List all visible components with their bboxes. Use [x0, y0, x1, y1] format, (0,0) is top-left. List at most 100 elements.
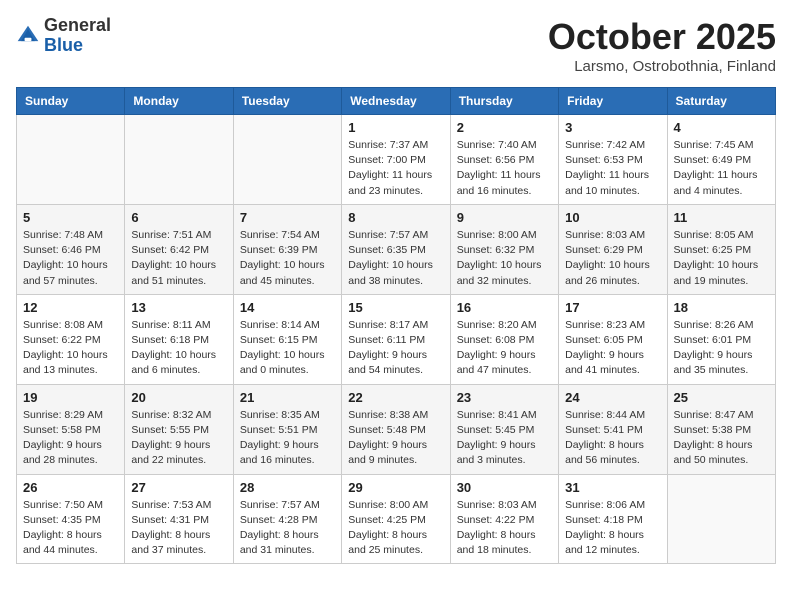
- calendar-cell: 8 Sunrise: 7:57 AMSunset: 6:35 PMDaylight…: [342, 204, 450, 294]
- day-number: 30: [457, 480, 552, 495]
- calendar-cell: 24Sunrise: 8:44 AMSunset: 5:41 PMDayligh…: [559, 384, 667, 474]
- calendar-cell: [233, 115, 341, 205]
- calendar-cell: 27 Sunrise: 7:53 AMSunset: 4:31 PMDayligh…: [125, 474, 233, 564]
- calendar-cell: 21 Sunrise: 8:35 AMSunset: 5:51 PMDayligh…: [233, 384, 341, 474]
- calendar-cell: 28 Sunrise: 7:57 AMSunset: 4:28 PMDayligh…: [233, 474, 341, 564]
- day-info: Sunrise: 8:26 AMSunset: 6:01 PMDaylight:…: [674, 318, 769, 379]
- day-info: Sunrise: 8:47 AMSunset: 5:38 PMDaylight:…: [674, 408, 769, 469]
- calendar-cell: 7Sunrise: 7:54 AMSunset: 6:39 PMDaylight…: [233, 204, 341, 294]
- weekday-header-tuesday: Tuesday: [233, 88, 341, 115]
- calendar-week-4: 19 Sunrise: 8:29 AMSunset: 5:58 PMDayligh…: [17, 384, 776, 474]
- logo-general: General: [44, 16, 111, 36]
- day-info: Sunrise: 7:42 AMSunset: 6:53 PMDaylight:…: [565, 138, 660, 199]
- day-number: 29: [348, 480, 443, 495]
- title-block: October 2025 Larsmo, Ostrobothnia, Finla…: [548, 16, 776, 75]
- calendar-cell: 2 Sunrise: 7:40 AMSunset: 6:56 PMDaylight…: [450, 115, 558, 205]
- day-number: 23: [457, 390, 552, 405]
- calendar-week-5: 26Sunrise: 7:50 AMSunset: 4:35 PMDayligh…: [17, 474, 776, 564]
- day-info: Sunrise: 8:00 AMSunset: 4:25 PMDaylight:…: [348, 498, 443, 559]
- day-number: 14: [240, 300, 335, 315]
- calendar-cell: 16 Sunrise: 8:20 AMSunset: 6:08 PMDayligh…: [450, 294, 558, 384]
- weekday-header-sunday: Sunday: [17, 88, 125, 115]
- calendar-week-2: 5 Sunrise: 7:48 AMSunset: 6:46 PMDaylight…: [17, 204, 776, 294]
- calendar-cell: [667, 474, 775, 564]
- calendar-cell: 30 Sunrise: 8:03 AMSunset: 4:22 PMDayligh…: [450, 474, 558, 564]
- day-info: Sunrise: 8:35 AMSunset: 5:51 PMDaylight:…: [240, 408, 335, 469]
- calendar-body: 1Sunrise: 7:37 AMSunset: 7:00 PMDaylight…: [17, 115, 776, 564]
- day-number: 5: [23, 210, 118, 225]
- day-number: 24: [565, 390, 660, 405]
- calendar-cell: 11 Sunrise: 8:05 AMSunset: 6:25 PMDayligh…: [667, 204, 775, 294]
- calendar-cell: 14Sunrise: 8:14 AMSunset: 6:15 PMDayligh…: [233, 294, 341, 384]
- calendar-cell: 6 Sunrise: 7:51 AMSunset: 6:42 PMDaylight…: [125, 204, 233, 294]
- calendar-cell: 15 Sunrise: 8:17 AMSunset: 6:11 PMDayligh…: [342, 294, 450, 384]
- calendar-cell: 17Sunrise: 8:23 AMSunset: 6:05 PMDayligh…: [559, 294, 667, 384]
- calendar-header: SundayMondayTuesdayWednesdayThursdayFrid…: [17, 88, 776, 115]
- day-info: Sunrise: 7:57 AMSunset: 6:35 PMDaylight:…: [348, 228, 443, 289]
- day-number: 3: [565, 120, 660, 135]
- day-info: Sunrise: 7:57 AMSunset: 4:28 PMDaylight:…: [240, 498, 335, 559]
- logo-text: General Blue: [44, 16, 111, 56]
- weekday-header-wednesday: Wednesday: [342, 88, 450, 115]
- calendar-cell: 18 Sunrise: 8:26 AMSunset: 6:01 PMDayligh…: [667, 294, 775, 384]
- calendar-cell: 13 Sunrise: 8:11 AMSunset: 6:18 PMDayligh…: [125, 294, 233, 384]
- logo-blue: Blue: [44, 36, 111, 56]
- day-info: Sunrise: 7:51 AMSunset: 6:42 PMDaylight:…: [131, 228, 226, 289]
- weekday-header-saturday: Saturday: [667, 88, 775, 115]
- day-number: 26: [23, 480, 118, 495]
- day-info: Sunrise: 8:03 AMSunset: 4:22 PMDaylight:…: [457, 498, 552, 559]
- day-info: Sunrise: 8:29 AMSunset: 5:58 PMDaylight:…: [23, 408, 118, 469]
- logo: General Blue: [16, 16, 111, 56]
- day-number: 13: [131, 300, 226, 315]
- day-number: 6: [131, 210, 226, 225]
- calendar-cell: 19 Sunrise: 8:29 AMSunset: 5:58 PMDayligh…: [17, 384, 125, 474]
- day-info: Sunrise: 8:17 AMSunset: 6:11 PMDaylight:…: [348, 318, 443, 379]
- logo-icon: [16, 24, 40, 48]
- calendar-cell: 10 Sunrise: 8:03 AMSunset: 6:29 PMDayligh…: [559, 204, 667, 294]
- weekday-header-thursday: Thursday: [450, 88, 558, 115]
- calendar-cell: 5 Sunrise: 7:48 AMSunset: 6:46 PMDaylight…: [17, 204, 125, 294]
- calendar-cell: [125, 115, 233, 205]
- calendar-cell: 3 Sunrise: 7:42 AMSunset: 6:53 PMDaylight…: [559, 115, 667, 205]
- calendar-cell: 12 Sunrise: 8:08 AMSunset: 6:22 PMDayligh…: [17, 294, 125, 384]
- month-title: October 2025: [548, 16, 776, 58]
- day-number: 28: [240, 480, 335, 495]
- calendar-cell: 1Sunrise: 7:37 AMSunset: 7:00 PMDaylight…: [342, 115, 450, 205]
- day-number: 27: [131, 480, 226, 495]
- day-number: 16: [457, 300, 552, 315]
- weekday-header-friday: Friday: [559, 88, 667, 115]
- day-number: 19: [23, 390, 118, 405]
- day-info: Sunrise: 7:53 AMSunset: 4:31 PMDaylight:…: [131, 498, 226, 559]
- day-number: 8: [348, 210, 443, 225]
- day-number: 12: [23, 300, 118, 315]
- day-number: 2: [457, 120, 552, 135]
- day-number: 9: [457, 210, 552, 225]
- day-number: 11: [674, 210, 769, 225]
- day-number: 20: [131, 390, 226, 405]
- calendar-cell: 25Sunrise: 8:47 AMSunset: 5:38 PMDayligh…: [667, 384, 775, 474]
- day-number: 10: [565, 210, 660, 225]
- day-number: 21: [240, 390, 335, 405]
- day-info: Sunrise: 7:54 AMSunset: 6:39 PMDaylight:…: [240, 228, 335, 289]
- calendar-cell: [17, 115, 125, 205]
- day-info: Sunrise: 8:20 AMSunset: 6:08 PMDaylight:…: [457, 318, 552, 379]
- calendar-cell: 4Sunrise: 7:45 AMSunset: 6:49 PMDaylight…: [667, 115, 775, 205]
- day-number: 18: [674, 300, 769, 315]
- calendar-cell: 22Sunrise: 8:38 AMSunset: 5:48 PMDayligh…: [342, 384, 450, 474]
- day-info: Sunrise: 8:11 AMSunset: 6:18 PMDaylight:…: [131, 318, 226, 379]
- location: Larsmo, Ostrobothnia, Finland: [548, 58, 776, 75]
- day-info: Sunrise: 8:00 AMSunset: 6:32 PMDaylight:…: [457, 228, 552, 289]
- day-info: Sunrise: 8:03 AMSunset: 6:29 PMDaylight:…: [565, 228, 660, 289]
- day-info: Sunrise: 7:40 AMSunset: 6:56 PMDaylight:…: [457, 138, 552, 199]
- day-info: Sunrise: 8:41 AMSunset: 5:45 PMDaylight:…: [457, 408, 552, 469]
- day-info: Sunrise: 7:48 AMSunset: 6:46 PMDaylight:…: [23, 228, 118, 289]
- day-info: Sunrise: 8:32 AMSunset: 5:55 PMDaylight:…: [131, 408, 226, 469]
- day-number: 1: [348, 120, 443, 135]
- calendar: SundayMondayTuesdayWednesdayThursdayFrid…: [16, 87, 776, 564]
- day-number: 17: [565, 300, 660, 315]
- calendar-cell: 9 Sunrise: 8:00 AMSunset: 6:32 PMDaylight…: [450, 204, 558, 294]
- day-info: Sunrise: 8:08 AMSunset: 6:22 PMDaylight:…: [23, 318, 118, 379]
- calendar-cell: 23 Sunrise: 8:41 AMSunset: 5:45 PMDayligh…: [450, 384, 558, 474]
- day-info: Sunrise: 8:05 AMSunset: 6:25 PMDaylight:…: [674, 228, 769, 289]
- day-number: 15: [348, 300, 443, 315]
